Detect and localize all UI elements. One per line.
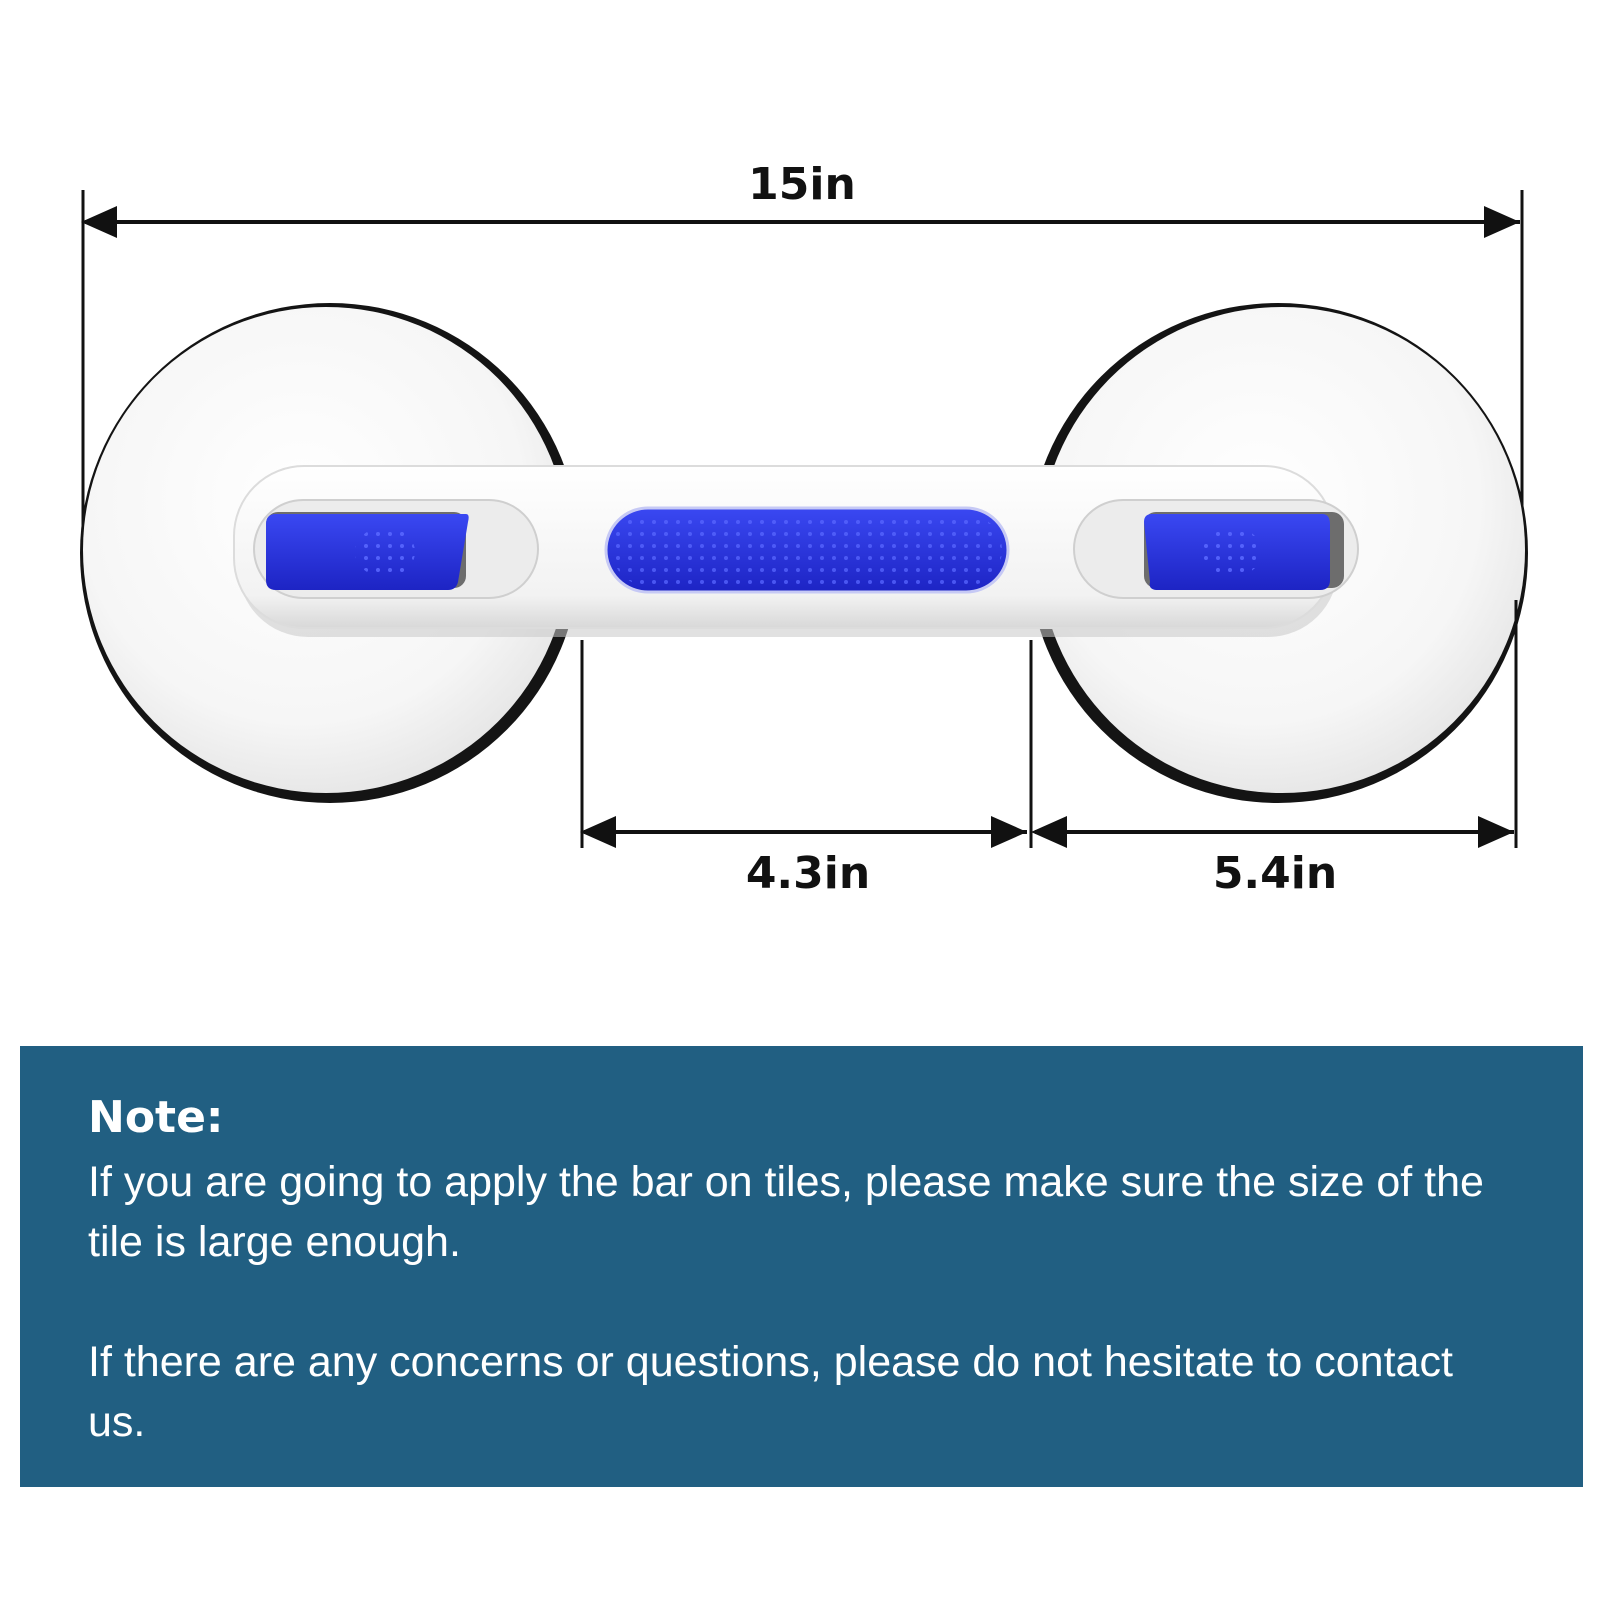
gap-length-label: 4.3in — [746, 848, 870, 899]
grab-bar-dimension-diagram: 15in 4.3in 5.4in — [80, 159, 1528, 899]
note-panel: Note: If you are going to apply the bar … — [20, 1046, 1583, 1487]
note-tile-size-text: If you are going to apply the bar on til… — [88, 1158, 1484, 1266]
gap-dimension: 4.3in — [580, 640, 1033, 899]
note-contact-text: If there are any concerns or questions, … — [88, 1338, 1453, 1446]
grab-bar-product-image — [80, 303, 1528, 803]
right-lock-lever — [1073, 499, 1359, 599]
cup-diameter-label: 5.4in — [1213, 848, 1337, 899]
center-grip-pad — [604, 506, 1010, 594]
note-title: Note: — [88, 1092, 224, 1143]
overall-length-label: 15in — [748, 159, 856, 210]
left-lock-lever — [253, 499, 539, 599]
